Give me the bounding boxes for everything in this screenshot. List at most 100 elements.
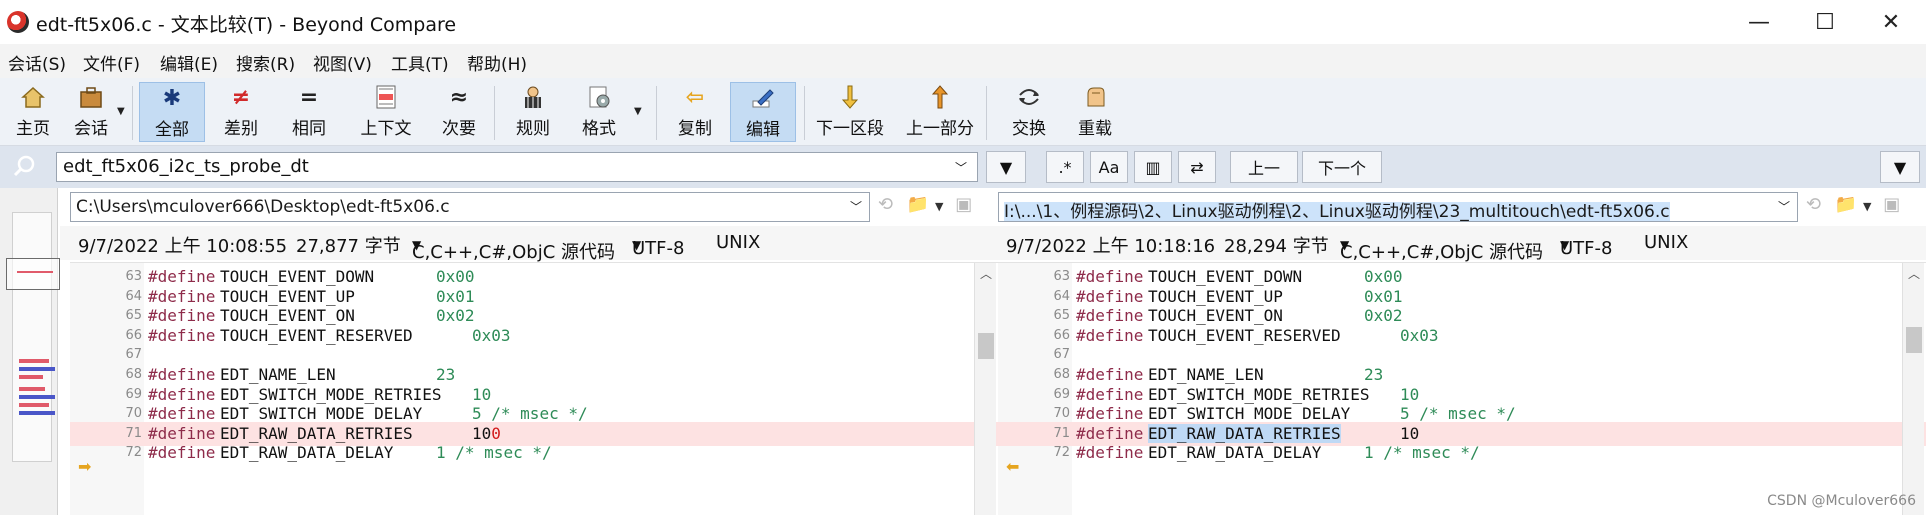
macro-value: 0x00 bbox=[436, 267, 475, 286]
referee-icon bbox=[520, 82, 546, 112]
session-dropdown-arrow[interactable]: ▼ bbox=[117, 106, 125, 117]
show-all-button[interactable]: ✱ 全部 bbox=[139, 82, 205, 142]
toolbar-separator bbox=[656, 86, 657, 140]
undo-icon[interactable]: ⟲ bbox=[878, 194, 893, 215]
chevron-up-icon[interactable]: ︿ bbox=[980, 265, 992, 282]
define-keyword: #define bbox=[1076, 306, 1144, 326]
home-button[interactable]: 主页 bbox=[8, 82, 58, 142]
prev-section-button[interactable]: 上一部分 bbox=[902, 82, 978, 142]
chevron-down-icon[interactable]: ▼ bbox=[935, 200, 943, 213]
chevron-down-icon[interactable]: ▼ bbox=[1863, 200, 1871, 213]
search-input[interactable]: edt_ft5x06_i2c_ts_probe_dt ﹀ bbox=[56, 152, 978, 182]
window-title: edt-ft5x06.c - 文本比较(T) - Beyond Compare bbox=[36, 14, 457, 36]
reload-button[interactable]: 重载 bbox=[1068, 82, 1122, 142]
line-number: 65 bbox=[1053, 308, 1070, 324]
reload-hand-icon bbox=[1082, 82, 1108, 112]
match-case-toggle[interactable]: Aa bbox=[1090, 151, 1128, 183]
chevron-down-icon[interactable]: ﹀ bbox=[1778, 198, 1790, 215]
macro-value: 23 bbox=[1364, 365, 1384, 384]
menu-edit[interactable]: 编辑(E) bbox=[160, 50, 218, 75]
macro-value: 0x02 bbox=[1364, 306, 1403, 326]
code-comment: /* msec */ bbox=[481, 404, 588, 424]
toolbar-separator bbox=[804, 86, 805, 140]
diff-marker bbox=[19, 395, 55, 399]
next-section-button[interactable]: 下一区段 bbox=[812, 82, 888, 142]
undo-icon[interactable]: ⟲ bbox=[1806, 194, 1821, 215]
overview-strip[interactable] bbox=[0, 188, 60, 515]
right-file-eol[interactable]: UNIX bbox=[1644, 232, 1688, 253]
menu-search[interactable]: 搜索(R) bbox=[236, 50, 295, 75]
diff-marker bbox=[17, 271, 53, 273]
save-icon[interactable]: ▣ bbox=[955, 194, 972, 215]
macro-value: 0x00 bbox=[1364, 267, 1403, 286]
define-keyword: #define bbox=[1076, 404, 1144, 424]
left-code-pane[interactable]: 63 #define TOUCH_EVENT_DOWN 0x00 64 #define TO… bbox=[70, 262, 998, 515]
folder-icon[interactable]: 📁 bbox=[1835, 194, 1857, 215]
house-icon bbox=[20, 82, 46, 112]
asterisk-icon: ✱ bbox=[162, 85, 182, 111]
line-number: 69 bbox=[1053, 386, 1070, 402]
scroll-thumb[interactable] bbox=[978, 333, 994, 359]
right-file-info: 9/7/2022 上午 10:18:16 28,294 字节 C,C++,C#,… bbox=[998, 226, 1926, 263]
menu-view[interactable]: 视图(V) bbox=[313, 50, 372, 75]
rules-button[interactable]: 规则 bbox=[506, 82, 560, 142]
overview-viewport[interactable] bbox=[6, 258, 60, 290]
line-number: 64 bbox=[1053, 288, 1070, 304]
copy-to-left-arrow-icon[interactable]: ⬅ bbox=[1006, 457, 1019, 476]
show-diffs-button[interactable]: ≠ 差别 bbox=[214, 82, 268, 142]
replace-toggle[interactable]: ⇄ bbox=[1178, 151, 1216, 183]
context-button[interactable]: 上下文 bbox=[356, 82, 416, 142]
close-button[interactable]: ✕ bbox=[1858, 0, 1924, 44]
macro-name: EDT_NAME_LEN bbox=[1148, 365, 1264, 384]
left-file-eol[interactable]: UNIX bbox=[716, 232, 760, 253]
session-button[interactable]: 会话 bbox=[66, 82, 116, 142]
menu-file[interactable]: 文件(F) bbox=[83, 50, 140, 75]
swap-button[interactable]: 交换 bbox=[1002, 82, 1056, 142]
macro-name: EDT_RAW_DATA_RETRIES bbox=[1148, 423, 1341, 443]
right-scrollbar[interactable]: ︿ bbox=[1902, 263, 1924, 515]
save-icon[interactable]: ▣ bbox=[1883, 194, 1900, 215]
find-prev-button[interactable]: 上一 bbox=[1230, 151, 1298, 183]
collapse-search-button[interactable]: ▼ bbox=[1880, 151, 1920, 183]
line-number: 71 bbox=[1053, 425, 1070, 441]
diff-marker bbox=[19, 375, 43, 379]
arrow-left-icon: ⇦ bbox=[685, 84, 705, 110]
scroll-thumb[interactable] bbox=[1906, 327, 1922, 353]
line-number: 67 bbox=[1053, 347, 1070, 363]
folder-icon[interactable]: 📁 bbox=[907, 194, 929, 215]
format-dropdown-arrow[interactable]: ▼ bbox=[634, 106, 642, 117]
search-history-dropdown[interactable]: ▼ bbox=[986, 151, 1026, 183]
maximize-button[interactable]: ☐ bbox=[1792, 0, 1858, 44]
not-equal-icon: ≠ bbox=[231, 84, 251, 110]
define-keyword: #define bbox=[1076, 286, 1144, 306]
format-gear-icon bbox=[586, 82, 612, 112]
minimize-button[interactable]: — bbox=[1726, 0, 1792, 44]
edit-button[interactable]: 编辑 bbox=[730, 82, 796, 142]
whole-word-toggle[interactable]: ▥ bbox=[1134, 151, 1172, 183]
menu-tools[interactable]: 工具(T) bbox=[391, 50, 449, 75]
copy-button[interactable]: ⇦ 复制 bbox=[668, 82, 722, 142]
left-scrollbar[interactable]: ︿ bbox=[974, 263, 996, 515]
define-keyword: #define bbox=[148, 306, 216, 326]
chevron-down-icon[interactable]: ﹀ bbox=[955, 159, 967, 176]
format-button[interactable]: 格式 bbox=[572, 82, 626, 142]
chevron-up-icon[interactable]: ︿ bbox=[1908, 265, 1920, 282]
menu-session[interactable]: 会话(S) bbox=[8, 50, 66, 75]
find-next-button[interactable]: 下一个 bbox=[1302, 151, 1382, 183]
copy-to-right-arrow-icon[interactable]: ➡ bbox=[78, 457, 91, 476]
menu-help[interactable]: 帮助(H) bbox=[467, 50, 527, 75]
diff-char: 0 bbox=[491, 423, 501, 443]
right-path-input[interactable]: I:\...\1、例程源码\2、Linux驱动例程\2、Linux驱动例程\23… bbox=[998, 192, 1798, 222]
left-file-info: 9/7/2022 上午 10:08:55 27,877 字节 C,C++,C#,… bbox=[60, 226, 998, 263]
line-number: 70 bbox=[1053, 406, 1070, 422]
right-code-pane[interactable]: 63 #define TOUCH_EVENT_DOWN 0x00 64 #define TO… bbox=[998, 262, 1926, 515]
regex-toggle[interactable]: .* bbox=[1046, 151, 1084, 183]
left-path-input[interactable]: C:\Users\mculover666\Desktop\edt-ft5x06.… bbox=[70, 192, 870, 222]
chevron-down-icon: ▼ bbox=[1560, 238, 1570, 252]
menu-bar: 会话(S) 文件(F) 编辑(E) 搜索(R) 视图(V) 工具(T) 帮助(H… bbox=[0, 44, 1926, 78]
diff-marker bbox=[19, 411, 55, 415]
minor-button[interactable]: ≈ 次要 bbox=[432, 82, 486, 142]
arrow-down-icon bbox=[840, 82, 860, 112]
show-same-button[interactable]: = 相同 bbox=[282, 82, 336, 142]
chevron-down-icon[interactable]: ﹀ bbox=[850, 198, 862, 215]
